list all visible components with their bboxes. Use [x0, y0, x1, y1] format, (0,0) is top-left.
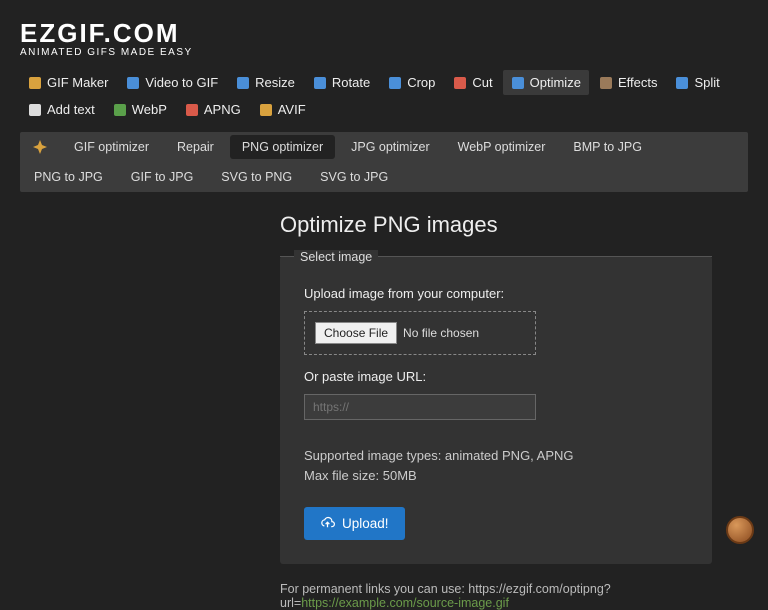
nav-item-label: Optimize	[530, 75, 581, 90]
support-info: Supported image types: animated PNG, APN…	[304, 446, 688, 485]
upload-label: Upload image from your computer:	[304, 286, 688, 301]
choose-file-button[interactable]: Choose File	[315, 322, 397, 344]
upload-panel: Select image Upload image from your comp…	[280, 256, 712, 564]
nav-item-label: GIF Maker	[47, 75, 108, 90]
upload-button[interactable]: Upload!	[304, 507, 405, 540]
nav-item-optimize[interactable]: Optimize	[503, 70, 589, 95]
rotate-icon	[313, 76, 327, 90]
upload-icon	[320, 516, 335, 531]
subnav-item-svg-to-jpg[interactable]: SVG to JPG	[306, 162, 402, 192]
fieldset-legend: Select image	[294, 250, 378, 264]
subnav: GIF optimizerRepairPNG optimizerJPG opti…	[20, 132, 748, 192]
sparkle-icon	[32, 139, 48, 155]
subnav-item-jpg-optimizer[interactable]: JPG optimizer	[337, 132, 444, 162]
subnav-item-svg-to-png[interactable]: SVG to PNG	[207, 162, 306, 192]
nav-item-label: AVIF	[278, 102, 306, 117]
subnav-item-gif-to-jpg[interactable]: GIF to JPG	[117, 162, 208, 192]
split-icon	[675, 76, 689, 90]
subnav-item-bmp-to-jpg[interactable]: BMP to JPG	[559, 132, 656, 162]
crop-icon	[388, 76, 402, 90]
nav-item-label: Video to GIF	[145, 75, 218, 90]
nav-item-label: Add text	[47, 102, 95, 117]
nav-item-label: Resize	[255, 75, 295, 90]
text-icon	[28, 103, 42, 117]
nav-item-label: WebP	[132, 102, 167, 117]
upload-button-label: Upload!	[342, 516, 389, 531]
nav-item-label: APNG	[204, 102, 241, 117]
cut-icon	[453, 76, 467, 90]
logo[interactable]: EZGIF.COM ANIMATED GIFS MADE EASY	[20, 18, 748, 58]
nav-item-cut[interactable]: Cut	[445, 70, 500, 95]
avif-icon	[259, 103, 273, 117]
logo-main: EZGIF.COM	[20, 18, 748, 49]
webp-icon	[113, 103, 127, 117]
nav-item-label: Effects	[618, 75, 658, 90]
nav-item-split[interactable]: Split	[667, 70, 727, 95]
apng-icon	[185, 103, 199, 117]
main-content: Optimize PNG images Select image Upload …	[0, 192, 768, 564]
max-file-size: Max file size: 50MB	[304, 466, 688, 486]
nav-item-avif[interactable]: AVIF	[251, 97, 314, 122]
permalink-example: https://example.com/source-image.gif	[301, 596, 509, 610]
permalink-hint: For permanent links you can use: https:/…	[280, 582, 768, 610]
nav-item-add-text[interactable]: Add text	[20, 97, 103, 122]
subnav-home[interactable]	[20, 132, 60, 162]
effects-icon	[599, 76, 613, 90]
file-status: No file chosen	[403, 326, 479, 340]
page-title: Optimize PNG images	[280, 212, 768, 238]
help-bubble-icon[interactable]	[726, 516, 754, 544]
subnav-item-webp-optimizer[interactable]: WebP optimizer	[444, 132, 560, 162]
nav-item-label: Cut	[472, 75, 492, 90]
nav-item-effects[interactable]: Effects	[591, 70, 666, 95]
nav-primary: GIF Maker Video to GIF Resize Rotate Crop Cut…	[0, 66, 768, 128]
logo-sub: ANIMATED GIFS MADE EASY	[20, 47, 748, 58]
header: EZGIF.COM ANIMATED GIFS MADE EASY	[0, 0, 768, 66]
url-input[interactable]	[304, 394, 536, 420]
nav-item-webp[interactable]: WebP	[105, 97, 175, 122]
video-icon	[126, 76, 140, 90]
subnav-item-gif-optimizer[interactable]: GIF optimizer	[60, 132, 163, 162]
nav-item-rotate[interactable]: Rotate	[305, 70, 378, 95]
nav-item-resize[interactable]: Resize	[228, 70, 303, 95]
nav-item-video-to-gif[interactable]: Video to GIF	[118, 70, 226, 95]
subnav-item-png-to-jpg[interactable]: PNG to JPG	[20, 162, 117, 192]
optimize-icon	[511, 76, 525, 90]
nav-item-crop[interactable]: Crop	[380, 70, 443, 95]
supported-types: Supported image types: animated PNG, APN…	[304, 446, 688, 466]
nav-item-label: Crop	[407, 75, 435, 90]
nav-item-label: Split	[694, 75, 719, 90]
file-dropzone[interactable]: Choose File No file chosen	[304, 311, 536, 355]
nav-item-apng[interactable]: APNG	[177, 97, 249, 122]
nav-item-gif-maker[interactable]: GIF Maker	[20, 70, 116, 95]
url-label: Or paste image URL:	[304, 369, 688, 384]
gif-maker-icon	[28, 76, 42, 90]
subnav-item-png-optimizer[interactable]: PNG optimizer	[230, 135, 335, 159]
subnav-item-repair[interactable]: Repair	[163, 132, 228, 162]
nav-item-label: Rotate	[332, 75, 370, 90]
resize-icon	[236, 76, 250, 90]
